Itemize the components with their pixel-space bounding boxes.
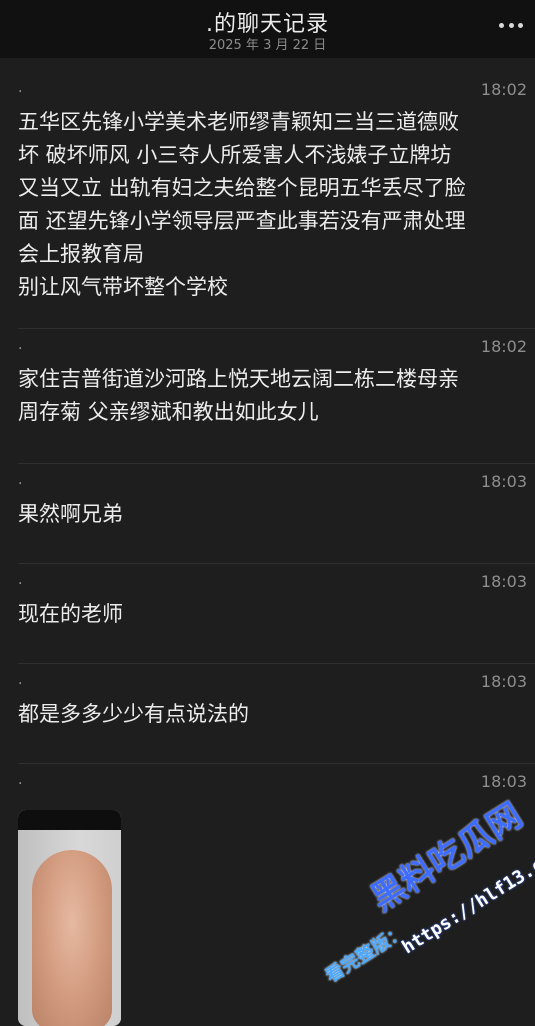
image-message-thumbnail[interactable] [18, 810, 121, 1026]
list-item[interactable]: . 18:02 五华区先锋小学美术老师缪青颖知三当三道德败 坏 破坏师风 小三夺… [18, 72, 535, 329]
message-time: 18:02 [480, 337, 527, 356]
list-item[interactable]: . 18:03 果然啊兄弟 [18, 464, 535, 564]
sender-name: . [18, 80, 23, 96]
photo-content [32, 850, 112, 1026]
message-text: 都是多多少少有点说法的 [18, 702, 249, 726]
message-time: 18:03 [480, 672, 527, 691]
more-icon[interactable] [499, 17, 523, 33]
message-text: 五华区先锋小学美术老师缪青颖知三当三道德败 坏 破坏师风 小三夺人所爱害人不浅婊… [18, 110, 466, 299]
list-item[interactable]: . 18:03 都是多多少少有点说法的 [18, 664, 535, 764]
message-text: 现在的老师 [18, 602, 123, 626]
list-item[interactable]: . 18:02 家住吉普街道沙河路上悦天地云阔二栋二楼母亲 周存菊 父亲缪斌和教… [18, 329, 535, 464]
message-text: 家住吉普街道沙河路上悦天地云阔二栋二楼母亲 周存菊 父亲缪斌和教出如此女儿 [18, 367, 459, 424]
message-time: 18:02 [480, 80, 527, 99]
message-time: 18:03 [480, 572, 527, 591]
sender-name: . [18, 572, 23, 588]
sender-name: . [18, 772, 23, 788]
chat-header: .的聊天记录 2025 年 3 月 22 日 [0, 0, 535, 58]
list-item[interactable]: . 18:03 现在的老师 [18, 564, 535, 664]
message-text: 果然啊兄弟 [18, 502, 123, 526]
sender-name: . [18, 337, 23, 353]
sender-name: . [18, 472, 23, 488]
sender-name: . [18, 672, 23, 688]
message-time: 18:03 [480, 472, 527, 491]
message-time: 18:03 [480, 772, 527, 791]
chat-date: 2025 年 3 月 22 日 [208, 38, 327, 53]
